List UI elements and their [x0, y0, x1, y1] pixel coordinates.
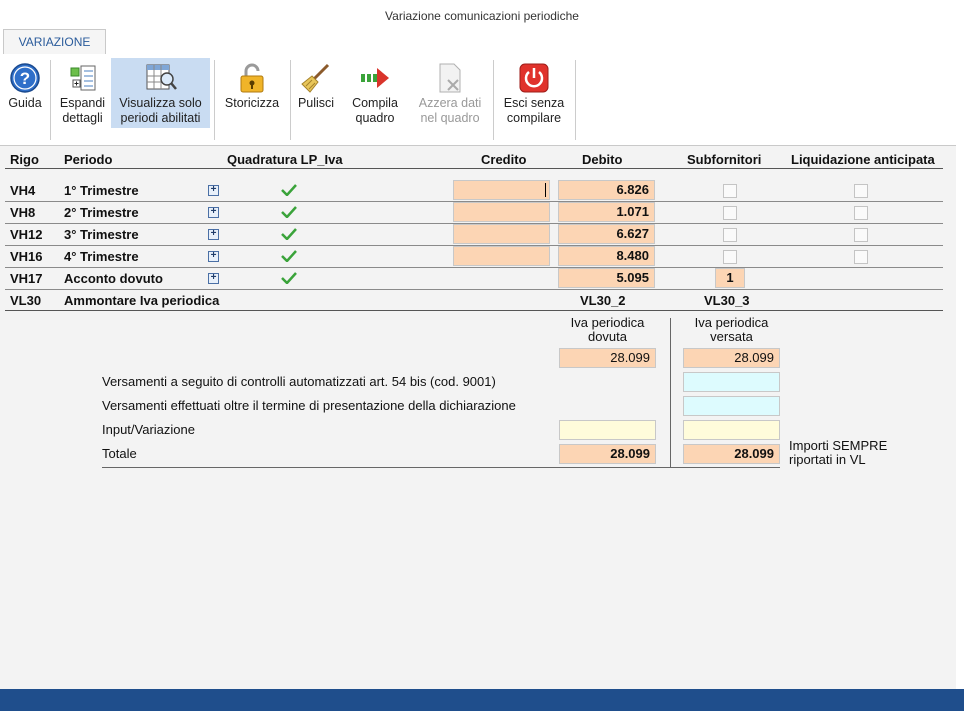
liquidazione-checkbox[interactable] — [854, 184, 868, 198]
status-bar — [0, 689, 964, 711]
ribbon-separator — [575, 60, 576, 140]
subfornitori-checkbox[interactable] — [723, 228, 737, 242]
row-rigo: VH4 — [10, 183, 36, 198]
credito-input[interactable] — [453, 202, 550, 222]
expand-plus-icon[interactable]: + — [208, 185, 219, 196]
arrow-right-icon — [361, 68, 389, 88]
broom-icon — [301, 63, 330, 93]
expand-plus-icon[interactable]: + — [208, 251, 219, 262]
row-periodo: 4° Trimestre — [64, 249, 139, 264]
row-rigo: VH17 — [10, 271, 43, 286]
vl30-rigo: VL30 — [10, 293, 42, 308]
right-edge — [956, 30, 964, 689]
row-rigo: VH8 — [10, 205, 36, 220]
expand-plus-icon[interactable]: + — [208, 273, 219, 284]
header-subfornitori: Subfornitori — [687, 152, 762, 167]
title-bar: Variazione comunicazioni periodiche — [0, 0, 964, 30]
subfornitori-checkbox[interactable] — [723, 184, 737, 198]
esci-senza-compilare-button[interactable]: Esci senza compilare — [497, 58, 571, 128]
debito-input[interactable]: 5.095 — [558, 268, 655, 288]
check-icon — [281, 250, 297, 262]
header-divider — [5, 168, 943, 169]
versamenti-oltre-input[interactable] — [683, 396, 780, 416]
row-periodo: 1° Trimestre — [64, 183, 139, 198]
power-icon — [519, 63, 549, 93]
vl30-periodo: Ammontare Iva periodica — [64, 293, 220, 308]
check-icon — [281, 206, 297, 218]
subfornitori-input[interactable]: 1 — [715, 268, 745, 288]
help-icon: ? — [10, 63, 40, 93]
vl30-col3-label: VL30_3 — [704, 293, 750, 308]
clear-document-icon — [439, 63, 461, 93]
row-rigo: VH12 — [10, 227, 43, 242]
subfornitori-checkbox[interactable] — [723, 206, 737, 220]
summary-divider — [102, 467, 780, 468]
debito-input[interactable]: 8.480 — [558, 246, 655, 266]
iva-versata-header: Iva periodica versata — [694, 315, 769, 344]
ribbon-separator — [493, 60, 494, 140]
header-quadratura: Quadratura LP_Iva — [227, 152, 343, 167]
visualizza-periodi-button[interactable]: Visualizza solo periodi abilitati — [111, 58, 210, 128]
text-cursor — [545, 183, 546, 197]
liquidazione-checkbox[interactable] — [854, 250, 868, 264]
header-credito: Credito — [481, 152, 527, 167]
storicizza-button[interactable]: Storicizza — [219, 58, 285, 128]
espandi-dettagli-button[interactable]: Espandi dettagli — [54, 58, 111, 128]
svg-text:?: ? — [20, 69, 30, 88]
totale-versata[interactable]: 28.099 — [683, 444, 780, 464]
credito-input[interactable] — [453, 224, 550, 244]
iva-dovuta-header: Iva periodica dovuta — [570, 315, 645, 344]
row-periodo: 2° Trimestre — [64, 205, 139, 220]
input-variazione-label: Input/Variazione — [102, 422, 195, 437]
tab-strip — [0, 30, 964, 55]
totale-dovuta[interactable]: 28.099 — [559, 444, 656, 464]
check-icon — [281, 184, 297, 196]
table-search-icon — [146, 64, 177, 90]
debito-input[interactable]: 1.071 — [558, 202, 655, 222]
versamenti-oltre-label: Versamenti effettuati oltre il termine d… — [102, 398, 516, 413]
azzera-dati-button[interactable]: Azzera dati nel quadro — [411, 58, 489, 128]
vl30-col2-label: VL30_2 — [580, 293, 626, 308]
header-liquidazione: Liquidazione anticipata — [791, 152, 935, 167]
ribbon-separator — [290, 60, 291, 140]
iva-dovuta-value[interactable]: 28.099 — [559, 348, 656, 368]
expand-plus-icon[interactable]: + — [208, 229, 219, 240]
header-debito: Debito — [582, 152, 623, 167]
row-divider — [5, 267, 943, 268]
debito-input[interactable]: 6.627 — [558, 224, 655, 244]
header-periodo: Periodo — [64, 152, 113, 167]
input-variazione-versata[interactable] — [683, 420, 780, 440]
expand-plus-icon[interactable]: + — [208, 207, 219, 218]
row-rigo: VH16 — [10, 249, 43, 264]
liquidazione-checkbox[interactable] — [854, 228, 868, 242]
importi-note: Importi SEMPRE riportati in VL — [789, 438, 888, 467]
vl30-divider — [5, 310, 943, 311]
versamenti-controlli-input[interactable] — [683, 372, 780, 392]
credito-input[interactable] — [453, 180, 550, 200]
check-icon — [281, 228, 297, 240]
subfornitori-checkbox[interactable] — [723, 250, 737, 264]
totale-label: Totale — [102, 446, 137, 461]
window-title: Variazione comunicazioni periodiche — [385, 9, 579, 23]
expand-details-icon — [70, 65, 95, 91]
debito-input[interactable]: 6.826 — [558, 180, 655, 200]
row-divider — [5, 289, 943, 290]
liquidazione-checkbox[interactable] — [854, 206, 868, 220]
unlock-icon — [240, 63, 264, 93]
row-periodo: 3° Trimestre — [64, 227, 139, 242]
check-icon — [281, 272, 297, 284]
credito-input[interactable] — [453, 246, 550, 266]
guida-button[interactable]: ? Guida — [4, 58, 46, 128]
compila-quadro-button[interactable]: Compila quadro — [346, 58, 404, 128]
tab-variazione[interactable]: VARIAZIONE — [3, 29, 106, 54]
iva-versata-value[interactable]: 28.099 — [683, 348, 780, 368]
ribbon-separator — [50, 60, 51, 140]
header-rigo: Rigo — [10, 152, 39, 167]
versamenti-controlli-label: Versamenti a seguito di controlli automa… — [102, 374, 496, 389]
pulisci-button[interactable]: Pulisci — [294, 58, 338, 128]
row-periodo: Acconto dovuto — [64, 271, 163, 286]
input-variazione-dovuta[interactable] — [559, 420, 656, 440]
column-separator — [670, 318, 671, 468]
ribbon-separator — [214, 60, 215, 140]
